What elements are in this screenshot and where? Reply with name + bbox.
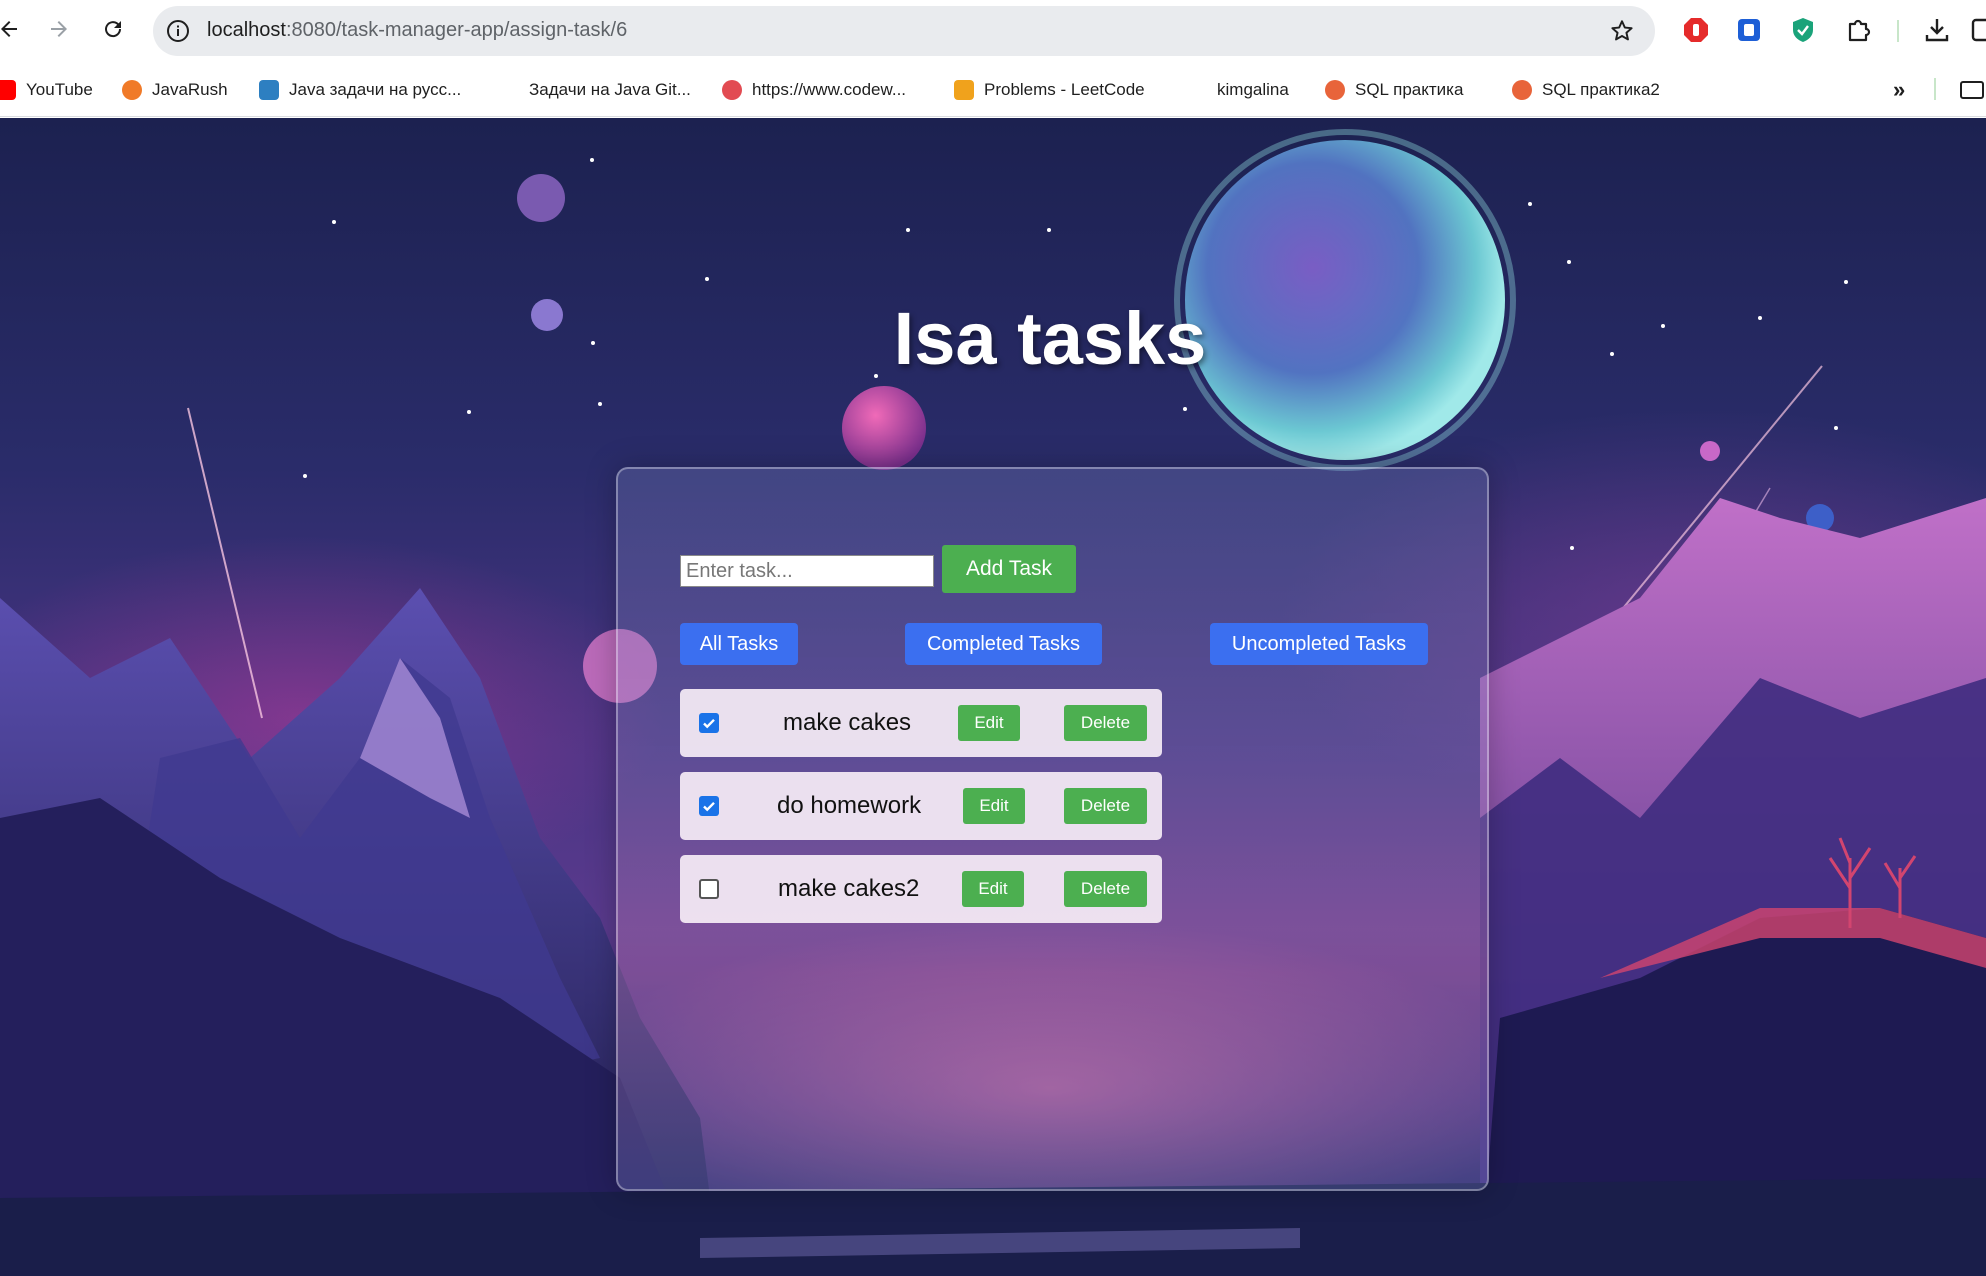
bookmarks-folder-icon[interactable] [1960, 62, 1984, 117]
task-panel: Add Task All Tasks Completed Tasks Uncom… [616, 467, 1489, 1191]
task-input[interactable] [680, 555, 934, 587]
java-tasks-icon [259, 79, 279, 100]
edit-task-button[interactable]: Edit [962, 871, 1024, 907]
edit-task-button[interactable]: Edit [958, 705, 1020, 741]
all-tasks-button[interactable]: All Tasks [680, 623, 798, 665]
task-text: make cakes [783, 709, 912, 736]
youtube-icon [0, 79, 16, 100]
bookmark-sql-practice[interactable]: SQL практика [1325, 62, 1463, 117]
bookmarks-separator [1934, 78, 1936, 100]
download-icon[interactable] [1922, 15, 1952, 45]
reload-icon[interactable] [98, 14, 128, 44]
bookmark-java-git[interactable]: Задачи на Java Git... [529, 62, 691, 117]
task-checkbox[interactable] [699, 879, 719, 899]
page-viewport: Isa tasks Add Task All Tasks Completed T… [0, 118, 1986, 1276]
bookmarks-bar: YouTube JavaRush Java задачи на русс... … [0, 62, 1986, 117]
task-text: make cakes2 [778, 875, 920, 902]
bookmark-codewars[interactable]: https://www.codew... [722, 62, 906, 117]
extensions-puzzle-icon[interactable] [1843, 15, 1873, 45]
bookmark-java-tasks[interactable]: Java задачи на русс... [259, 62, 461, 117]
back-arrow-icon[interactable] [0, 14, 24, 44]
task-row: do homework Edit Delete [680, 772, 1162, 840]
address-bar[interactable]: localhost:8080/task-manager-app/assign-t… [153, 6, 1655, 56]
bookmark-youtube[interactable]: YouTube [0, 62, 93, 117]
leetcode-icon [954, 79, 974, 100]
bookmark-star-icon[interactable] [1609, 18, 1635, 44]
bookmark-sql-practice2[interactable]: SQL практика2 [1512, 62, 1660, 117]
bookmark-leetcode[interactable]: Problems - LeetCode [954, 62, 1145, 117]
sql-icon [1325, 79, 1345, 100]
uncompleted-tasks-button[interactable]: Uncompleted Tasks [1210, 623, 1428, 665]
adblock-icon[interactable] [1681, 15, 1711, 45]
shield-icon[interactable] [1788, 15, 1818, 45]
page-title: Isa tasks [893, 297, 1207, 380]
delete-task-button[interactable]: Delete [1064, 705, 1147, 741]
task-row: make cakes2 Edit Delete [680, 855, 1162, 923]
completed-tasks-button[interactable]: Completed Tasks [905, 623, 1102, 665]
browser-toolbar: localhost:8080/task-manager-app/assign-t… [0, 0, 1986, 62]
delete-task-button[interactable]: Delete [1064, 871, 1147, 907]
toolbar-separator [1897, 20, 1899, 42]
more-bookmarks-chevron-icon[interactable]: » [1893, 62, 1905, 117]
edit-task-button[interactable]: Edit [963, 788, 1025, 824]
url-text: localhost:8080/task-manager-app/assign-t… [207, 19, 628, 41]
site-info-icon[interactable] [165, 18, 191, 44]
extension-blue-icon[interactable] [1734, 15, 1764, 45]
delete-task-button[interactable]: Delete [1064, 788, 1147, 824]
bookmark-kimgalina[interactable]: kimgalina [1217, 62, 1289, 117]
task-text: do homework [777, 792, 922, 819]
sql-icon [1512, 79, 1532, 100]
bookmark-javarush[interactable]: JavaRush [122, 62, 228, 117]
add-task-button[interactable]: Add Task [942, 545, 1076, 593]
forward-arrow-icon[interactable] [44, 14, 74, 44]
codewars-icon [722, 79, 742, 100]
task-checkbox[interactable] [699, 796, 719, 816]
profile-panel-icon[interactable] [1970, 15, 1986, 45]
task-row: make cakes Edit Delete [680, 689, 1162, 757]
task-checkbox[interactable] [699, 713, 719, 733]
javarush-icon [122, 79, 142, 100]
